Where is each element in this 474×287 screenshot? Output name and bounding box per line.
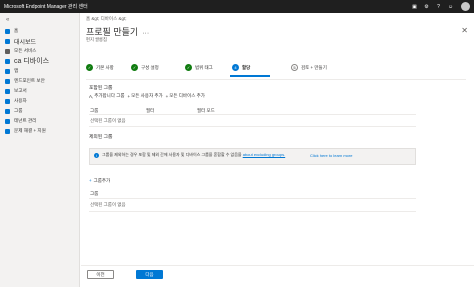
included-groups-title: 포함된 그룹: [89, 86, 113, 91]
check-icon: ✓: [86, 64, 93, 71]
troubleshooting-icon: [5, 128, 10, 134]
step-number-icon: 5: [291, 64, 298, 71]
sidebar-item-label: 대시보드: [14, 39, 37, 46]
groups-icon: [5, 108, 10, 114]
tenant-admin-icon: [5, 118, 10, 124]
wizard-step-label: 기본 사항: [96, 64, 114, 70]
add-excluded-groups-label: 그룹추가: [93, 178, 111, 183]
sidebar-item[interactable]: 홈: [0, 26, 80, 36]
included-header-divider: [89, 114, 416, 115]
collapse-chevron-icon[interactable]: «: [6, 17, 9, 23]
wizard-step[interactable]: 4 할당: [232, 64, 250, 71]
previous-button[interactable]: 이전: [87, 270, 114, 279]
add-groups-prefix: A,: [89, 93, 94, 99]
included-empty-text: 선택된 그룹이 없음: [90, 118, 126, 123]
sidebar: « 홈대시보드모든 서비스 ca 디바이스앱엔드포인트 보안보고서사용자그룹테넌트…: [0, 13, 80, 287]
sidebar-item-label: ca 디바이스: [14, 58, 50, 65]
add-all-users-button[interactable]: + 모든 사용자 추가: [128, 93, 163, 99]
sidebar-item-label: 앱: [14, 68, 19, 73]
step-number-icon: 4: [232, 64, 239, 71]
settings-icon[interactable]: ⚙: [423, 3, 430, 10]
wizard-step[interactable]: ✓ 기본 사항: [86, 64, 114, 71]
included-table-bottom: [89, 126, 416, 127]
page-subtitle: 편지 쌀롱칩: [86, 37, 107, 42]
sidebar-item-label: 보고서: [14, 88, 27, 93]
sidebar-item[interactable]: 그룹: [0, 106, 80, 116]
users-icon: [5, 98, 10, 104]
sidebar-item[interactable]: 엔드포인트 보안: [0, 76, 80, 86]
sidebar-item[interactable]: 모든 서비스: [0, 46, 80, 56]
sidebar-item-label: 그룹: [14, 108, 23, 113]
app-title[interactable]: Microsoft Endpoint Manager 관리 센터: [0, 3, 88, 10]
wizard-step[interactable]: ✓ 범위 태그: [185, 64, 213, 71]
excluded-col-header-group: 그룹: [90, 191, 99, 196]
included-actions: A, 추가합니다 그룹 + 모든 사용자 추가 + 모든 디바이스 추가: [89, 92, 205, 100]
add-all-devices-label: 모든 디바이스 추가: [169, 93, 205, 98]
current-step-underline: [230, 75, 270, 77]
sidebar-item-label: 홈: [14, 28, 19, 33]
info-banner: i 그룹을 제외하는 경우 포함 및 제외 간에 사용자 및 디바이스 그룹을 …: [89, 148, 416, 165]
sidebar-item-label: 모든 서비스: [14, 48, 37, 53]
footer-divider: [81, 265, 474, 266]
info-text: 그룹을 제외하는 경우 포함 및 제외 간에 사용자 및 디바이스 그룹을 혼합…: [102, 152, 302, 157]
page-title-text: 프로필 만들기: [86, 27, 139, 37]
feedback-icon[interactable]: ☺: [447, 3, 454, 10]
add-all-devices-plus-icon: +: [165, 93, 169, 99]
add-all-users-label: 모든 사용자 추가: [131, 93, 163, 98]
add-all-users-plus-icon: +: [127, 93, 131, 99]
excluded-header-divider: [89, 198, 416, 199]
breadcrumb[interactable]: 홈 &gt; 디바이스 &gt;: [86, 16, 126, 22]
add-groups-button[interactable]: A, 추가합니다 그룹: [89, 93, 125, 99]
sidebar-item[interactable]: ca 디바이스: [0, 56, 80, 66]
sidebar-item-label: 엔드포인트 보안: [14, 78, 45, 83]
endpoint-security-icon: [5, 78, 10, 84]
learn-more-link[interactable]: Click here to learn more: [310, 153, 352, 158]
top-bar: Microsoft Endpoint Manager 관리 센터 ▣ ⚙ ? ☺: [0, 0, 474, 13]
sidebar-item-label: 사용자: [14, 98, 27, 103]
sidebar-item-label: 문제 해결 + 지원: [14, 128, 46, 133]
excluded-table-bottom: [89, 211, 416, 212]
sidebar-item[interactable]: 테넌트 관리: [0, 116, 80, 126]
all-services-icon: [5, 48, 10, 54]
sidebar-item[interactable]: 사용자: [0, 96, 80, 106]
add-groups-label: 추가합니다 그룹: [94, 93, 125, 98]
wizard-step-label: 구성 설정: [141, 64, 159, 70]
wizard-steps: ✓ 기본 사항 ✓ 구성 설정 ✓ 범위 태그 4 할당 5 검토 + 만들기: [86, 64, 466, 78]
more-options-icon[interactable]: ···: [142, 30, 149, 37]
sidebar-item[interactable]: 보고서: [0, 86, 80, 96]
devices-icon: [5, 58, 10, 64]
wizard-step-label: 검토 + 만들기: [301, 64, 327, 70]
wizard-step-label: 할당: [242, 64, 251, 70]
sidebar-item-label: 테넌트 관리: [14, 118, 37, 123]
apps-icon: [5, 68, 10, 74]
wizard-step[interactable]: 5 검토 + 만들기: [291, 64, 327, 71]
main-content: 홈 &gt; 디바이스 &gt; 프로필 만들기 ··· 편지 쌀롱칩 ✕ ✓ 기본…: [81, 13, 474, 287]
sidebar-item[interactable]: 대시보드: [0, 36, 80, 46]
excluded-groups-title: 제외된 그룹: [89, 135, 113, 140]
close-icon[interactable]: ✕: [461, 26, 468, 35]
home-icon: [5, 28, 10, 34]
top-bar-icons: ▣ ⚙ ? ☺: [411, 0, 470, 13]
user-avatar[interactable]: [461, 2, 470, 11]
next-button[interactable]: 다음: [136, 270, 163, 279]
info-text-main: 그룹을 제외하는 경우 포함 및 제외 간에 사용자 및 디바이스 그룹을 혼합…: [102, 152, 242, 157]
sidebar-nav: 홈대시보드모든 서비스 ca 디바이스앱엔드포인트 보안보고서사용자그룹테넌트 관…: [0, 26, 80, 136]
info-icon: i: [94, 153, 99, 158]
reports-icon: [5, 88, 10, 94]
add-excluded-plus-icon: +: [89, 178, 92, 183]
wizard-step[interactable]: ✓ 구성 설정: [131, 64, 159, 71]
check-icon: ✓: [185, 64, 192, 71]
info-inline-link[interactable]: about excluding groups.: [243, 152, 285, 157]
sidebar-item[interactable]: 문제 해결 + 지원: [0, 126, 80, 136]
steps-divider: [86, 79, 466, 80]
help-icon[interactable]: ?: [435, 3, 442, 10]
notification-icon[interactable]: ▣: [411, 3, 418, 10]
add-excluded-groups-button[interactable]: + 그룹추가: [89, 178, 110, 184]
excluded-empty-text: 선택된 그룹이 없음: [90, 202, 126, 207]
sidebar-item[interactable]: 앱: [0, 66, 80, 76]
dashboard-icon: [5, 38, 10, 44]
check-icon: ✓: [131, 64, 138, 71]
wizard-step-label: 범위 태그: [195, 64, 213, 70]
add-all-devices-button[interactable]: + 모든 디바이스 추가: [166, 93, 205, 99]
